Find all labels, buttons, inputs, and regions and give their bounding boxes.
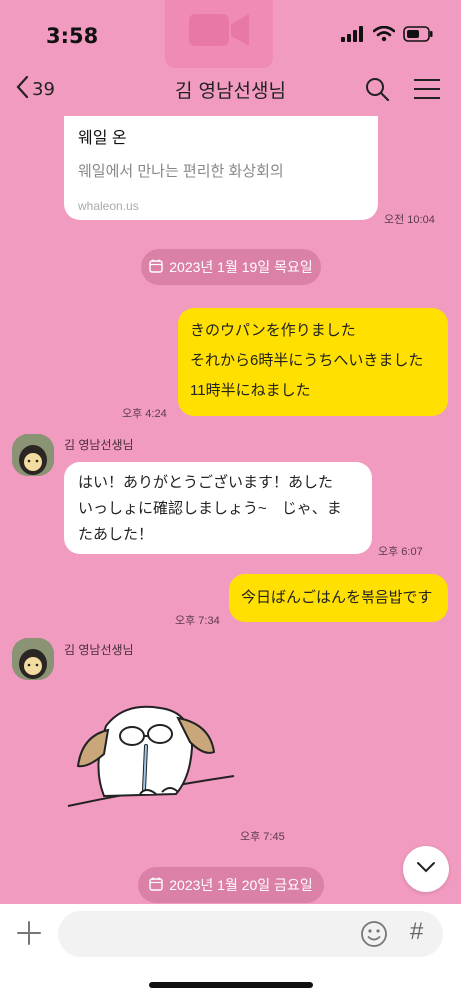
date-separator: 2023년 1월 20일 금요일 [138, 867, 324, 903]
my-message-bubble[interactable]: 今日ばんごはんを볶음밥です [229, 574, 448, 622]
status-time: 3:58 [46, 24, 99, 48]
home-indicator [149, 982, 313, 988]
chevron-down-icon [416, 860, 436, 878]
menu-icon [413, 79, 441, 104]
avatar[interactable] [12, 638, 54, 680]
date-separator: 2023년 1월 19일 목요일 [141, 249, 321, 285]
dog-sticker[interactable] [64, 696, 244, 814]
chat-title: 김 영남선생님 [175, 80, 286, 102]
message-time: 오후 6:07 [378, 546, 423, 558]
link-title: 웨일 온 [78, 130, 127, 147]
video-camera-overlay [165, 0, 273, 68]
message-line: きのウパンを作りました [190, 322, 356, 339]
message-time: 오후 7:34 [175, 615, 220, 627]
message-line: 11時半にねました [190, 382, 311, 399]
menu-button[interactable] [413, 78, 441, 105]
date-label: 2023년 1월 20일 금요일 [169, 877, 313, 893]
message-input-bar: # [0, 904, 461, 1000]
calendar-icon [149, 877, 163, 894]
message-time: 오후 4:24 [122, 408, 167, 420]
battery-icon [403, 26, 433, 47]
search-icon [364, 78, 390, 106]
calendar-icon [149, 259, 163, 276]
message-line: いっしょに確認しましょう~ じゃ、ま [78, 500, 342, 517]
signal-icon [341, 26, 365, 47]
search-button[interactable] [364, 76, 390, 107]
message-line: たあした！ [78, 526, 154, 543]
sender-name: 김 영남선생님 [64, 643, 134, 657]
chat-header: 39 김 영남선생님 [0, 70, 461, 110]
emoji-icon [360, 921, 388, 952]
my-message-bubble[interactable]: きのウパンを作りました それから6時半にうちへいきました 11時半にねました [178, 308, 448, 416]
link-preview-card[interactable]: 웨일 온 웨일에서 만나는 편리한 화상회의 whaleon.us [64, 116, 378, 220]
attach-button[interactable] [16, 920, 42, 951]
message-line: それから6時半にうちへいきました [190, 352, 424, 369]
message-line: 今日ばんごはんを볶음밥です [241, 589, 433, 606]
sender-name: 김 영남선생님 [64, 438, 134, 452]
status-bar: 3:58 [0, 0, 461, 70]
wifi-icon [372, 25, 396, 47]
message-time: 오전 10:04 [384, 214, 435, 226]
their-message-bubble[interactable]: はい！ありがとうございます！あした いっしょに確認しましょう~ じゃ、ま たあし… [64, 462, 372, 554]
avatar[interactable] [12, 434, 54, 476]
link-description: 웨일에서 만나는 편리한 화상회의 [78, 163, 284, 180]
message-line: はい！ありがとうございます！あした [78, 474, 334, 491]
status-icons [341, 25, 433, 47]
plus-icon [16, 921, 42, 950]
hash-button[interactable]: # [410, 918, 423, 946]
scroll-to-bottom-button[interactable] [403, 846, 449, 892]
link-domain: whaleon.us [78, 199, 139, 213]
date-label: 2023년 1월 19일 목요일 [169, 259, 313, 275]
hash-icon: # [410, 918, 424, 945]
emoji-button[interactable] [360, 920, 388, 953]
message-time: 오후 7:45 [240, 831, 285, 843]
